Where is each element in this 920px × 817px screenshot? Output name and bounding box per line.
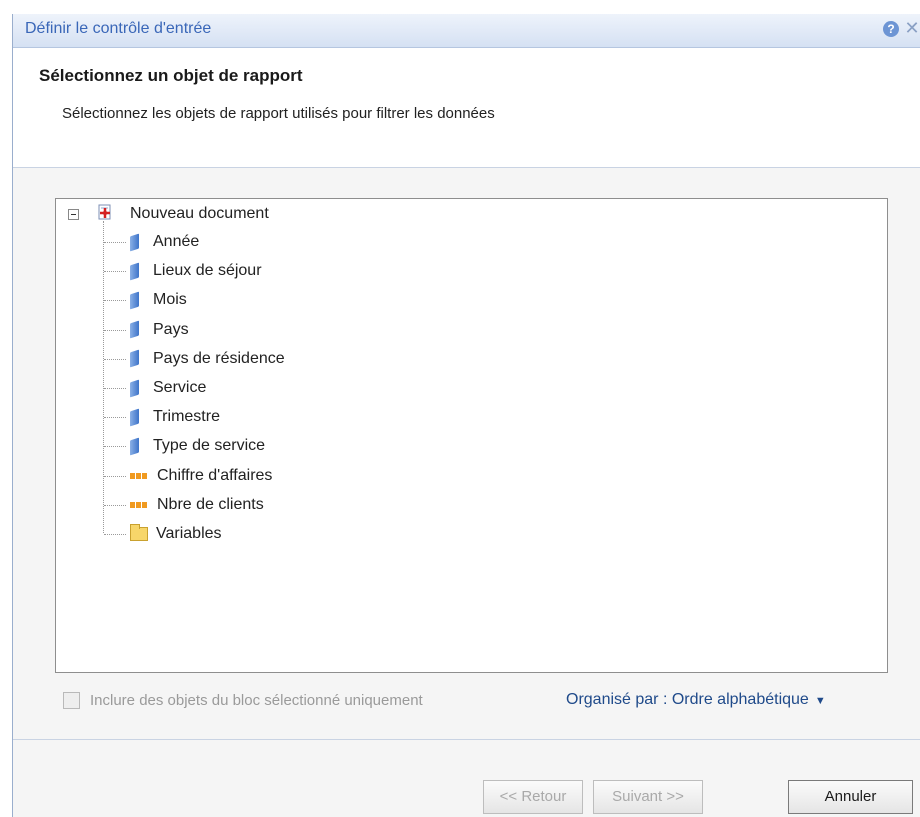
tree-connector	[104, 271, 126, 273]
tree-item-label: Trimestre	[153, 408, 220, 426]
tree-item[interactable]: Lieux de séjour	[130, 258, 262, 284]
next-button: Suivant >>	[593, 780, 703, 814]
include-selected-block-label: Inclure des objets du bloc sélectionné u…	[90, 691, 423, 709]
tree-item-label: Mois	[153, 291, 187, 309]
dimension-icon	[130, 320, 139, 339]
help-icon[interactable]: ?	[883, 21, 899, 37]
dialog-body: Nouveau document Année Lieux de séjour Moi…	[13, 168, 920, 817]
tree-item[interactable]: Pays	[130, 317, 189, 343]
tree-connector	[104, 388, 126, 389]
tree-item-label: Variables	[156, 525, 222, 542]
report-object-tree: Nouveau document Année Lieux de séjour Moi…	[55, 198, 888, 673]
dialog-titlebar: Définir le contrôle d'entrée ? ✕	[13, 14, 920, 48]
dimension-icon	[130, 379, 139, 397]
cancel-button[interactable]: Annuler	[788, 780, 913, 814]
tree-connector	[103, 221, 104, 533]
tree-connector	[104, 417, 126, 419]
tree-item[interactable]: Trimestre	[130, 404, 220, 430]
tree-connector	[104, 475, 126, 477]
tree-item-label: Lieux de séjour	[153, 262, 262, 280]
tree-item-label: Service	[153, 379, 207, 396]
collapse-toggle-icon[interactable]	[68, 209, 79, 220]
tree-item[interactable]: Nbre de clients	[130, 492, 264, 518]
organize-by-label: Organisé par : Ordre alphabétique	[566, 691, 809, 708]
measure-icon	[130, 501, 147, 508]
tree-item[interactable]: Chiffre d'affaires	[130, 463, 272, 489]
tree-connector	[104, 534, 126, 535]
tree-item-label: Pays	[153, 320, 189, 338]
tree-item-label: Chiffre d'affaires	[157, 466, 273, 484]
dialog-title: Définir le contrôle d'entrée	[25, 20, 212, 37]
tree-connector	[104, 446, 126, 448]
tree-connector	[104, 300, 126, 302]
footer-divider	[13, 739, 920, 740]
dimension-icon	[130, 408, 139, 427]
tree-item[interactable]: Variables	[130, 521, 222, 547]
tree-item[interactable]: Service	[130, 375, 206, 401]
tree-connector	[104, 329, 126, 331]
tree-item-label: Pays de résidence	[153, 349, 285, 367]
tree-item[interactable]: Année	[130, 229, 199, 255]
dimension-icon	[130, 349, 139, 368]
page-subtitle: Sélectionnez les objets de rapport utili…	[62, 105, 495, 122]
tree-root-label: Nouveau document	[130, 205, 269, 222]
tree-item-label: Année	[153, 233, 200, 250]
organize-by-dropdown[interactable]: Organisé par : Ordre alphabétique ▼	[566, 691, 826, 709]
close-icon[interactable]: ✕	[903, 18, 920, 38]
include-selected-block-checkbox	[63, 691, 80, 709]
dialog: Définir le contrôle d'entrée ? ✕ Sélecti…	[12, 14, 920, 817]
tree-connector	[104, 504, 126, 506]
tree-connector	[104, 358, 126, 360]
back-button: << Retour	[483, 780, 583, 814]
dimension-icon	[130, 262, 139, 281]
tree-item-label: Nbre de clients	[157, 495, 264, 513]
tree-item[interactable]: Pays de résidence	[130, 346, 285, 372]
folder-icon	[130, 524, 148, 541]
tree-root-node[interactable]: Nouveau document	[130, 201, 269, 227]
page-title: Sélectionnez un objet de rapport	[39, 66, 303, 85]
document-icon	[98, 204, 111, 220]
dimension-icon	[130, 233, 139, 251]
measure-icon	[130, 472, 147, 479]
dialog-header: Sélectionnez un objet de rapport Sélecti…	[13, 48, 920, 168]
dropdown-arrow-icon: ▼	[814, 695, 826, 707]
dimension-icon	[130, 291, 139, 310]
dimension-icon	[130, 437, 139, 456]
tree-item-label: Type de service	[153, 437, 266, 455]
tree-connector	[104, 242, 126, 243]
tree-item[interactable]: Type de service	[130, 433, 265, 459]
tree-item[interactable]: Mois	[130, 287, 187, 313]
include-selected-block-option: Inclure des objets du bloc sélectionné u…	[63, 688, 423, 712]
